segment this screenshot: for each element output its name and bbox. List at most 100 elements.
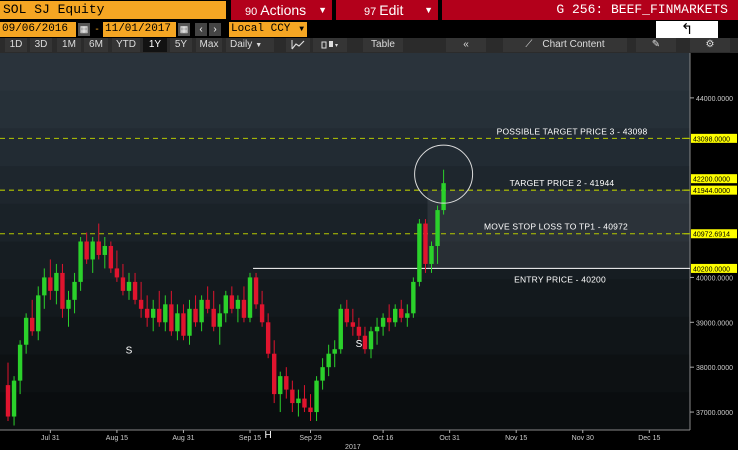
period-max-button[interactable]: Max xyxy=(196,38,222,52)
background-band xyxy=(0,316,690,356)
candle-body xyxy=(441,183,446,211)
candle xyxy=(108,241,114,273)
y-axis-panel xyxy=(690,53,738,450)
end-date-field[interactable]: 11/01/2017 xyxy=(103,22,176,37)
x-tick-label: Aug 15 xyxy=(106,435,128,442)
chevron-right-icon[interactable]: › xyxy=(209,23,221,36)
candle-body xyxy=(362,335,368,350)
edit-menu[interactable]: 97 Edit ▼ xyxy=(336,0,438,20)
level-label: TARGET PRICE 2 - 41944 xyxy=(510,178,615,188)
candle-body xyxy=(36,295,41,332)
candle-body xyxy=(175,313,180,332)
candle-body xyxy=(386,317,392,323)
x-tick-label: Sep 29 xyxy=(299,435,321,442)
period-1y-button[interactable]: 1Y xyxy=(143,38,167,52)
chart-content-button[interactable]: ⟋ Chart Content xyxy=(503,38,627,52)
period-3d-button[interactable]: 3D xyxy=(30,38,52,52)
period-5y-button[interactable]: 5Y xyxy=(170,38,192,52)
price-tag: 42200.0000 xyxy=(691,174,737,184)
x-tick-label: Sep 15 xyxy=(239,435,261,442)
background-band xyxy=(0,90,690,130)
candle-body xyxy=(114,268,120,278)
candle-body xyxy=(356,326,362,336)
candle-body xyxy=(96,241,101,255)
candle-body xyxy=(193,308,198,323)
collapse-icon[interactable]: « xyxy=(446,38,486,52)
y-tick-label: 38000.0000 xyxy=(696,365,733,372)
calendar-icon[interactable]: ▦ xyxy=(178,23,190,36)
candle-body xyxy=(429,245,434,264)
candle-body xyxy=(108,245,114,269)
chart-toolbar: 1D 3D 1M 6M YTD 1Y 5Y Max Daily ▼ Table «… xyxy=(0,38,738,53)
price-chart[interactable]: 44000.0000 40000.0000 39000.0000 38000.0000… xyxy=(0,53,738,450)
candle-body xyxy=(205,299,210,309)
candle xyxy=(253,272,259,309)
candle-body xyxy=(435,210,440,246)
candle-body xyxy=(217,313,222,327)
top-bar: SOL SJ Equity 90 Actions ▼ 97 Edit ▼ G 256… xyxy=(0,0,738,20)
currency-select[interactable]: Local CCY ▼ xyxy=(229,22,307,37)
candle xyxy=(338,304,343,354)
x-tick-label: Dec 15 xyxy=(638,435,660,442)
back-button[interactable]: ↰ xyxy=(656,21,718,38)
ticker-field[interactable]: SOL SJ Equity xyxy=(0,1,226,19)
y-tick-label: 40000.0000 xyxy=(696,275,733,282)
chevron-left-icon[interactable]: ‹ xyxy=(195,23,207,36)
candlestick-chart: 44000.0000 40000.0000 39000.0000 38000.0000… xyxy=(0,53,738,450)
candle-body xyxy=(199,299,204,323)
candle-body xyxy=(247,277,253,318)
candle-body xyxy=(278,376,283,395)
candle-body xyxy=(48,277,53,291)
pattern-annotation: S xyxy=(126,346,133,357)
actions-menu[interactable]: 90 Actions ▼ xyxy=(231,0,332,20)
candle-body xyxy=(393,308,398,323)
chevron-down-icon: ▼ xyxy=(255,42,263,49)
candle-body xyxy=(338,308,343,350)
table-button[interactable]: Table xyxy=(363,38,403,52)
price-tag-label: 40972.6914 xyxy=(693,232,730,239)
pattern-annotation: S xyxy=(356,339,363,350)
candle-body xyxy=(211,308,216,327)
candle-body xyxy=(296,398,301,404)
candle-body xyxy=(151,308,156,318)
candle-body xyxy=(229,295,235,309)
calendar-icon[interactable]: ▦ xyxy=(78,23,90,36)
candle-body xyxy=(17,344,23,381)
actions-number: 90 xyxy=(245,6,258,18)
candle-body xyxy=(144,308,150,318)
price-tag-label: 42200.0000 xyxy=(693,177,730,184)
pencil-icon[interactable]: ✎ xyxy=(636,38,676,52)
candle-body xyxy=(120,277,126,291)
candle-body xyxy=(308,407,313,413)
chevron-down-icon: ▼ xyxy=(424,5,433,15)
actions-label: Actions xyxy=(260,2,307,18)
period-ytd-button[interactable]: YTD xyxy=(112,38,140,52)
candle xyxy=(417,219,422,287)
return-arrow-icon: ↰ xyxy=(680,21,694,38)
candle-body xyxy=(259,304,265,323)
candle-body xyxy=(5,385,11,417)
x-tick-label: Jul 31 xyxy=(41,435,60,442)
candle-body xyxy=(399,308,404,318)
candle-body xyxy=(411,281,416,314)
candle-body xyxy=(350,322,356,327)
candle-body xyxy=(405,313,410,318)
candle-body xyxy=(84,241,89,260)
candle-body xyxy=(163,304,168,323)
candlestick-icon[interactable] xyxy=(313,38,347,52)
candle-body xyxy=(223,295,228,314)
pattern-annotation: H xyxy=(265,430,272,441)
frequency-select[interactable]: Daily ▼ xyxy=(226,38,274,52)
price-tag: 41944.0000 xyxy=(691,185,737,195)
start-date-field[interactable]: 09/06/2016 xyxy=(0,22,76,37)
candle-body xyxy=(290,389,295,404)
line-chart-icon[interactable] xyxy=(286,38,310,52)
candle xyxy=(411,277,416,318)
candle-body xyxy=(314,380,319,413)
price-tag: 43098.0000 xyxy=(691,133,737,143)
gear-icon[interactable]: ⚙ xyxy=(690,38,730,52)
period-1m-button[interactable]: 1M xyxy=(57,38,81,52)
period-1d-button[interactable]: 1D xyxy=(5,38,27,52)
candle-body xyxy=(138,299,144,309)
period-6m-button[interactable]: 6M xyxy=(84,38,108,52)
